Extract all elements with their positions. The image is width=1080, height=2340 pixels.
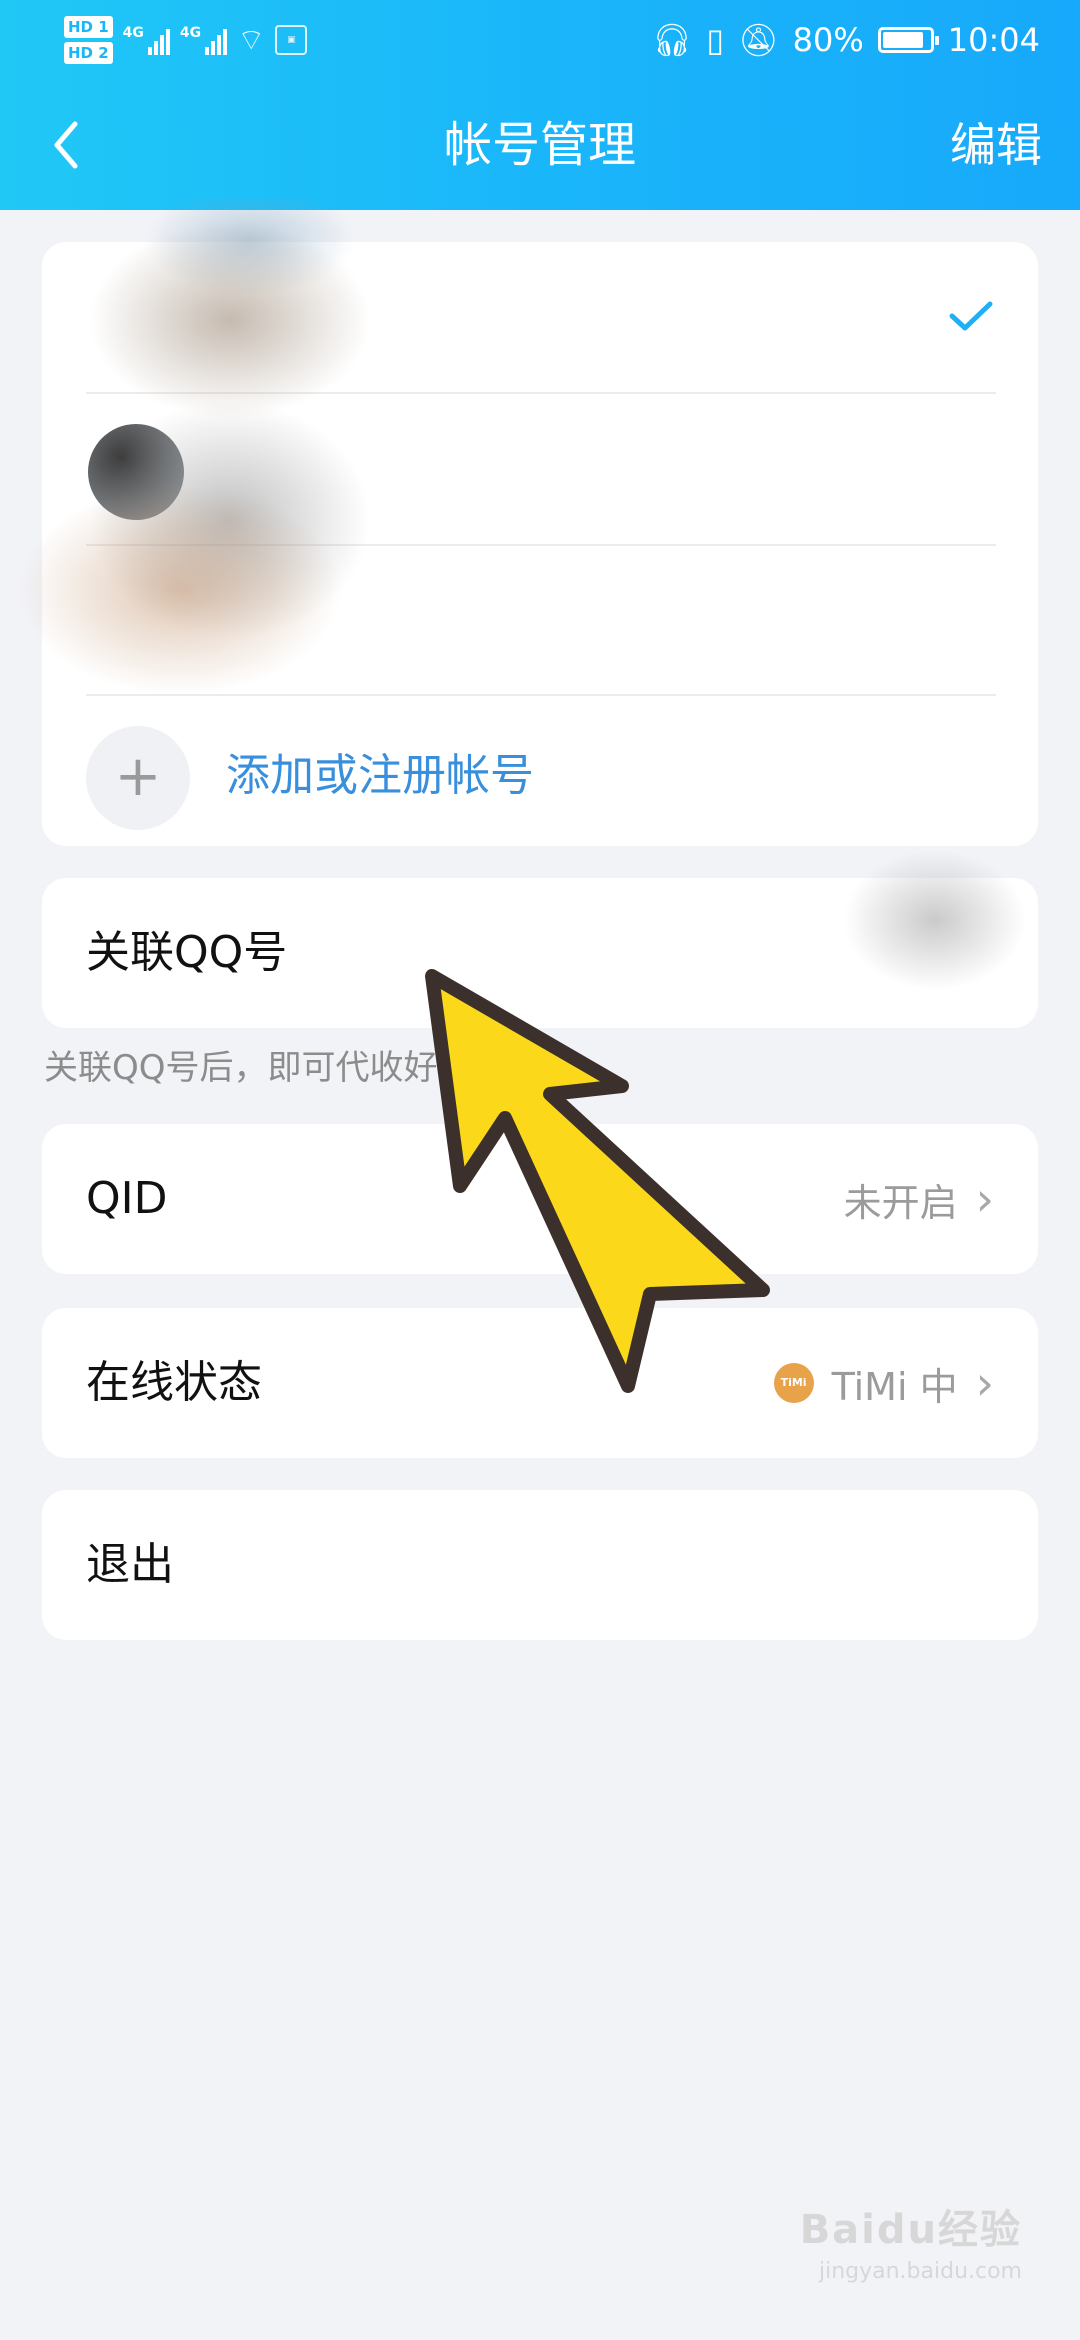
status-bar: HD 1 HD 2 4G 4G ⌔ ▣ 🎧︎ ▯ 🔕︎ 80% 10:04 bbox=[0, 0, 1080, 80]
network1-label: 4G bbox=[122, 25, 144, 41]
watermark-brand: Baidu经验 bbox=[799, 2207, 1022, 2253]
divider bbox=[86, 544, 996, 546]
status-left: HD 1 HD 2 4G 4G ⌔ ▣ bbox=[64, 8, 308, 72]
watermark-site: jingyan.baidu.com bbox=[818, 2259, 1022, 2284]
qid-value: 未开启 bbox=[843, 1180, 958, 1225]
headphones-icon: 🎧︎ bbox=[651, 21, 693, 59]
online-status-right: TiMi TiMi 中 › bbox=[773, 1308, 994, 1458]
account-list-card: + 添加或注册帐号 bbox=[42, 242, 1038, 846]
sim-icon: ▯ bbox=[706, 21, 725, 59]
picture-icon: ▣ bbox=[275, 25, 308, 55]
logout-label: 退出 bbox=[86, 1539, 174, 1590]
link-qq-label: 关联QQ号 bbox=[86, 927, 288, 978]
add-account-label: 添加或注册帐号 bbox=[226, 750, 534, 801]
signal-icon-2: 4G bbox=[179, 25, 228, 55]
timi-icon: TiMi bbox=[773, 1363, 814, 1403]
avatar bbox=[88, 424, 184, 520]
account-item-current[interactable] bbox=[42, 242, 1038, 392]
page-title: 帐号管理 bbox=[443, 117, 636, 173]
qid-right: 未开启 › bbox=[844, 1124, 994, 1274]
signal-icon: 4G bbox=[123, 25, 170, 55]
qid-row[interactable]: QID 未开启 › bbox=[42, 1124, 1038, 1274]
qid-label: QID bbox=[86, 1173, 168, 1224]
hd-badges: HD 1 HD 2 bbox=[64, 16, 113, 64]
plus-icon: + bbox=[86, 726, 190, 830]
network2-label: 4G bbox=[179, 25, 202, 41]
chevron-right-icon: › bbox=[975, 1172, 994, 1226]
nav-bar: 帐号管理 编辑 bbox=[0, 80, 1080, 210]
edit-button[interactable]: 编辑 bbox=[950, 80, 1042, 210]
logout-row[interactable]: 退出 bbox=[42, 1490, 1038, 1640]
header: HD 1 HD 2 4G 4G ⌔ ▣ 🎧︎ ▯ 🔕︎ 80% 10:04 帐号… bbox=[0, 0, 1080, 210]
hd2-badge: HD 2 bbox=[64, 42, 113, 64]
link-qq-hint: 关联QQ号后，即可代收好友消息。 bbox=[44, 1048, 574, 1088]
clock: 10:04 bbox=[947, 21, 1040, 59]
add-account-button[interactable]: + 添加或注册帐号 bbox=[42, 696, 1038, 846]
link-qq-row[interactable]: 关联QQ号 bbox=[42, 878, 1038, 1028]
hd1-badge: HD 1 bbox=[64, 16, 113, 38]
status-right: 🎧︎ ▯ 🔕︎ 80% 10:04 bbox=[652, 8, 1040, 72]
chevron-right-icon: › bbox=[975, 1356, 994, 1410]
online-status-row[interactable]: 在线状态 TiMi TiMi 中 › bbox=[42, 1308, 1038, 1458]
online-status-value: TiMi 中 bbox=[831, 1364, 958, 1409]
account-item[interactable] bbox=[42, 394, 1038, 544]
battery-icon bbox=[877, 27, 939, 53]
mute-bell-icon: 🔕︎ bbox=[738, 21, 779, 59]
online-status-label: 在线状态 bbox=[86, 1357, 262, 1408]
battery-percent: 80% bbox=[792, 21, 864, 59]
check-icon bbox=[949, 301, 993, 331]
baidu-watermark: Baidu经验 jingyan.baidu.com bbox=[800, 2197, 1022, 2284]
wifi-icon: ⌔ bbox=[237, 23, 266, 58]
